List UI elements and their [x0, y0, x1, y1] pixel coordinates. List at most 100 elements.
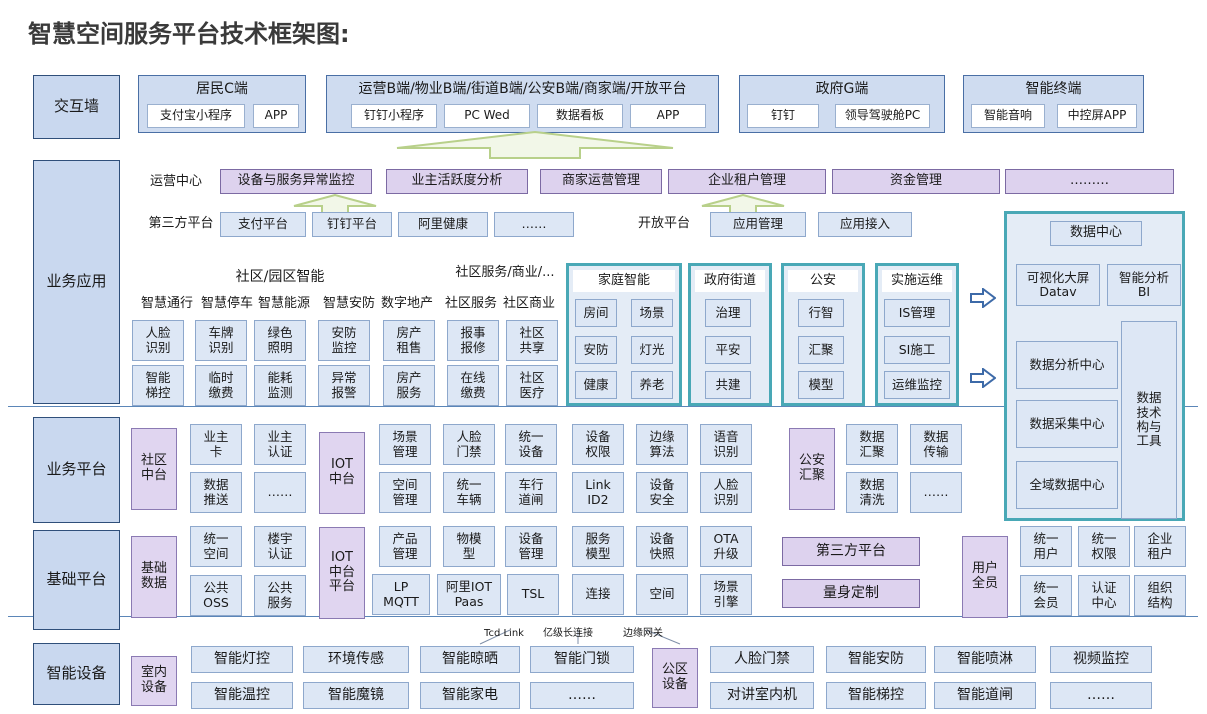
ops-item: 商家运营管理 [540, 169, 662, 194]
home-group: 家庭智能 房间 场景 安防 灯光 健康 养老 [566, 263, 682, 406]
data-analysis-center: 数据分析中心 [1016, 341, 1118, 389]
custom-made: 量身定制 [782, 579, 920, 608]
police-cell: …… [910, 472, 962, 513]
police-cell: 数据 清洗 [846, 472, 898, 513]
base-cell: 统一 空间 [190, 526, 242, 567]
police-group: 公安 行智 汇聚 模型 [781, 263, 865, 406]
column-header: 智慧安防 [322, 295, 375, 311]
home-item: 健康 [575, 371, 617, 399]
base-cell: 公共 服务 [254, 575, 306, 616]
open-platform-item: 应用接入 [818, 212, 912, 237]
device-item: 对讲室内机 [710, 682, 814, 709]
data-center-group: 数据中心 可视化大屏 Datav 智能分析 BI 数据分析中心 数据采集中心 全… [1004, 211, 1185, 521]
layer-business-app: 业务应用 [33, 160, 120, 404]
base-cell: 公共 OSS [190, 575, 242, 616]
user-cell: 统一 用户 [1020, 526, 1072, 567]
home-item: 灯光 [631, 336, 673, 364]
terminal-group: 智能终端 智能音响 中控屏APP [963, 75, 1144, 133]
item-smart-speaker: 智能音响 [971, 104, 1045, 128]
iot-cell: 场景 管理 [379, 424, 431, 465]
biz-cell: 业主 认证 [254, 424, 306, 465]
police-item: 行智 [798, 299, 844, 327]
ops-maint-item: 运维监控 [884, 371, 950, 399]
user-cell: 企业 租户 [1134, 526, 1186, 567]
user-cell: 统一 权限 [1078, 526, 1130, 567]
item-app: APP [630, 104, 706, 128]
ops-center-label: 运营中心 [149, 173, 202, 189]
community-cell: 异常 报警 [318, 365, 370, 406]
community-cell: 社区 共享 [506, 320, 558, 361]
iot-cell: 车行 道闸 [505, 472, 557, 513]
base-cell: 楼宇 认证 [254, 526, 306, 567]
third-party-item: …… [494, 212, 574, 237]
community-cell: 人脸 识别 [132, 320, 184, 361]
column-header: 社区商业 [502, 295, 555, 311]
community-cell: 在线 缴费 [447, 365, 499, 406]
open-platform-item: 应用管理 [710, 212, 806, 237]
column-header: 智慧停车 [200, 295, 253, 311]
home-item: 房间 [575, 299, 617, 327]
base-iot-cell: 物模 型 [443, 526, 495, 567]
community-devices: 公区 设备 [652, 648, 698, 708]
home-item: 养老 [631, 371, 673, 399]
page-title: 智慧空间服务平台技术框架图: [28, 20, 350, 48]
layer-interaction: 交互墙 [33, 75, 120, 139]
base-iot-cell: 空间 [636, 574, 688, 615]
user-cell: 认证 中心 [1078, 575, 1130, 616]
community-cell: 临时 缴费 [195, 365, 247, 406]
device-item: 人脸门禁 [710, 646, 814, 673]
gov-street-title: 政府街道 [695, 270, 765, 292]
right-arrow-icon [970, 368, 996, 388]
ops-maint-item: IS管理 [884, 299, 950, 327]
connector-label: Tcd Link [484, 628, 524, 640]
third-party-item: 支付平台 [220, 212, 306, 237]
iot-cell: 语音 识别 [700, 424, 752, 465]
home-item: 安防 [575, 336, 617, 364]
all-users: 用户 全员 [962, 536, 1008, 618]
column-header: 智慧能源 [257, 295, 310, 311]
layer-business-platform: 业务平台 [33, 417, 120, 523]
gov-street-group: 政府街道 治理 平安 共建 [688, 263, 772, 406]
terminal-title: 智能终端 [1025, 80, 1082, 97]
device-item: …… [530, 682, 634, 709]
base-iot-cell: 设备 管理 [505, 526, 557, 567]
item-app: APP [253, 104, 299, 128]
ops-maint-group: 实施运维 IS管理 SI施工 运维监控 [875, 263, 959, 406]
data-collect-center: 数据采集中心 [1016, 400, 1118, 448]
user-cell: 组织 结构 [1134, 575, 1186, 616]
item-dingtalk-miniapp: 钉钉小程序 [351, 104, 437, 128]
community-cell: 安防 监控 [318, 320, 370, 361]
biz-cell: 数据 推送 [190, 472, 242, 513]
community-title: 社区/园区智能 [235, 268, 325, 285]
item-alipay-miniapp: 支付宝小程序 [147, 104, 245, 128]
biz-cell: 业主 卡 [190, 424, 242, 465]
community-service-title: 社区服务/商业/... [455, 264, 555, 280]
ops-item: 企业租户管理 [668, 169, 826, 194]
police-cell: 数据 传输 [910, 424, 962, 465]
ops-title: 运营B端/物业B端/街道B端/公安B端/商家端/开放平台 [358, 80, 687, 97]
base-iot-cell: TSL [507, 574, 559, 615]
bi-analysis: 智能分析 BI [1107, 264, 1181, 306]
column-header: 数字地产 [380, 295, 433, 311]
home-title: 家庭智能 [573, 270, 675, 292]
base-iot-cell: 场景 引擎 [700, 574, 752, 615]
base-iot-cell: 服务 模型 [572, 526, 624, 567]
connector-label: 亿级长连接 [543, 628, 593, 640]
base-iot-cell: 产品 管理 [379, 526, 431, 567]
police-item: 汇聚 [798, 336, 844, 364]
iot-cell: 设备 安全 [636, 472, 688, 513]
base-iot-cell: 连接 [572, 574, 624, 615]
layer-devices: 智能设备 [33, 643, 120, 705]
third-party-item: 钉钉平台 [312, 212, 392, 237]
indoor-devices: 室内 设备 [131, 656, 177, 706]
device-item: 智能梯控 [826, 682, 926, 709]
iot-cell: 空间 管理 [379, 472, 431, 513]
community-cell: 社区 医疗 [506, 365, 558, 406]
device-item: 智能温控 [191, 682, 293, 709]
iot-cell: 边缘 算法 [636, 424, 688, 465]
ops-group: 运营B端/物业B端/街道B端/公安B端/商家端/开放平台 钉钉小程序 PC We… [326, 75, 719, 133]
item-dingtalk: 钉钉 [747, 104, 819, 128]
device-item: 智能喷淋 [934, 646, 1036, 673]
base-iot-cell: 阿里IOT Paas [437, 574, 501, 615]
third-party-label: 第三方平台 [148, 215, 214, 231]
